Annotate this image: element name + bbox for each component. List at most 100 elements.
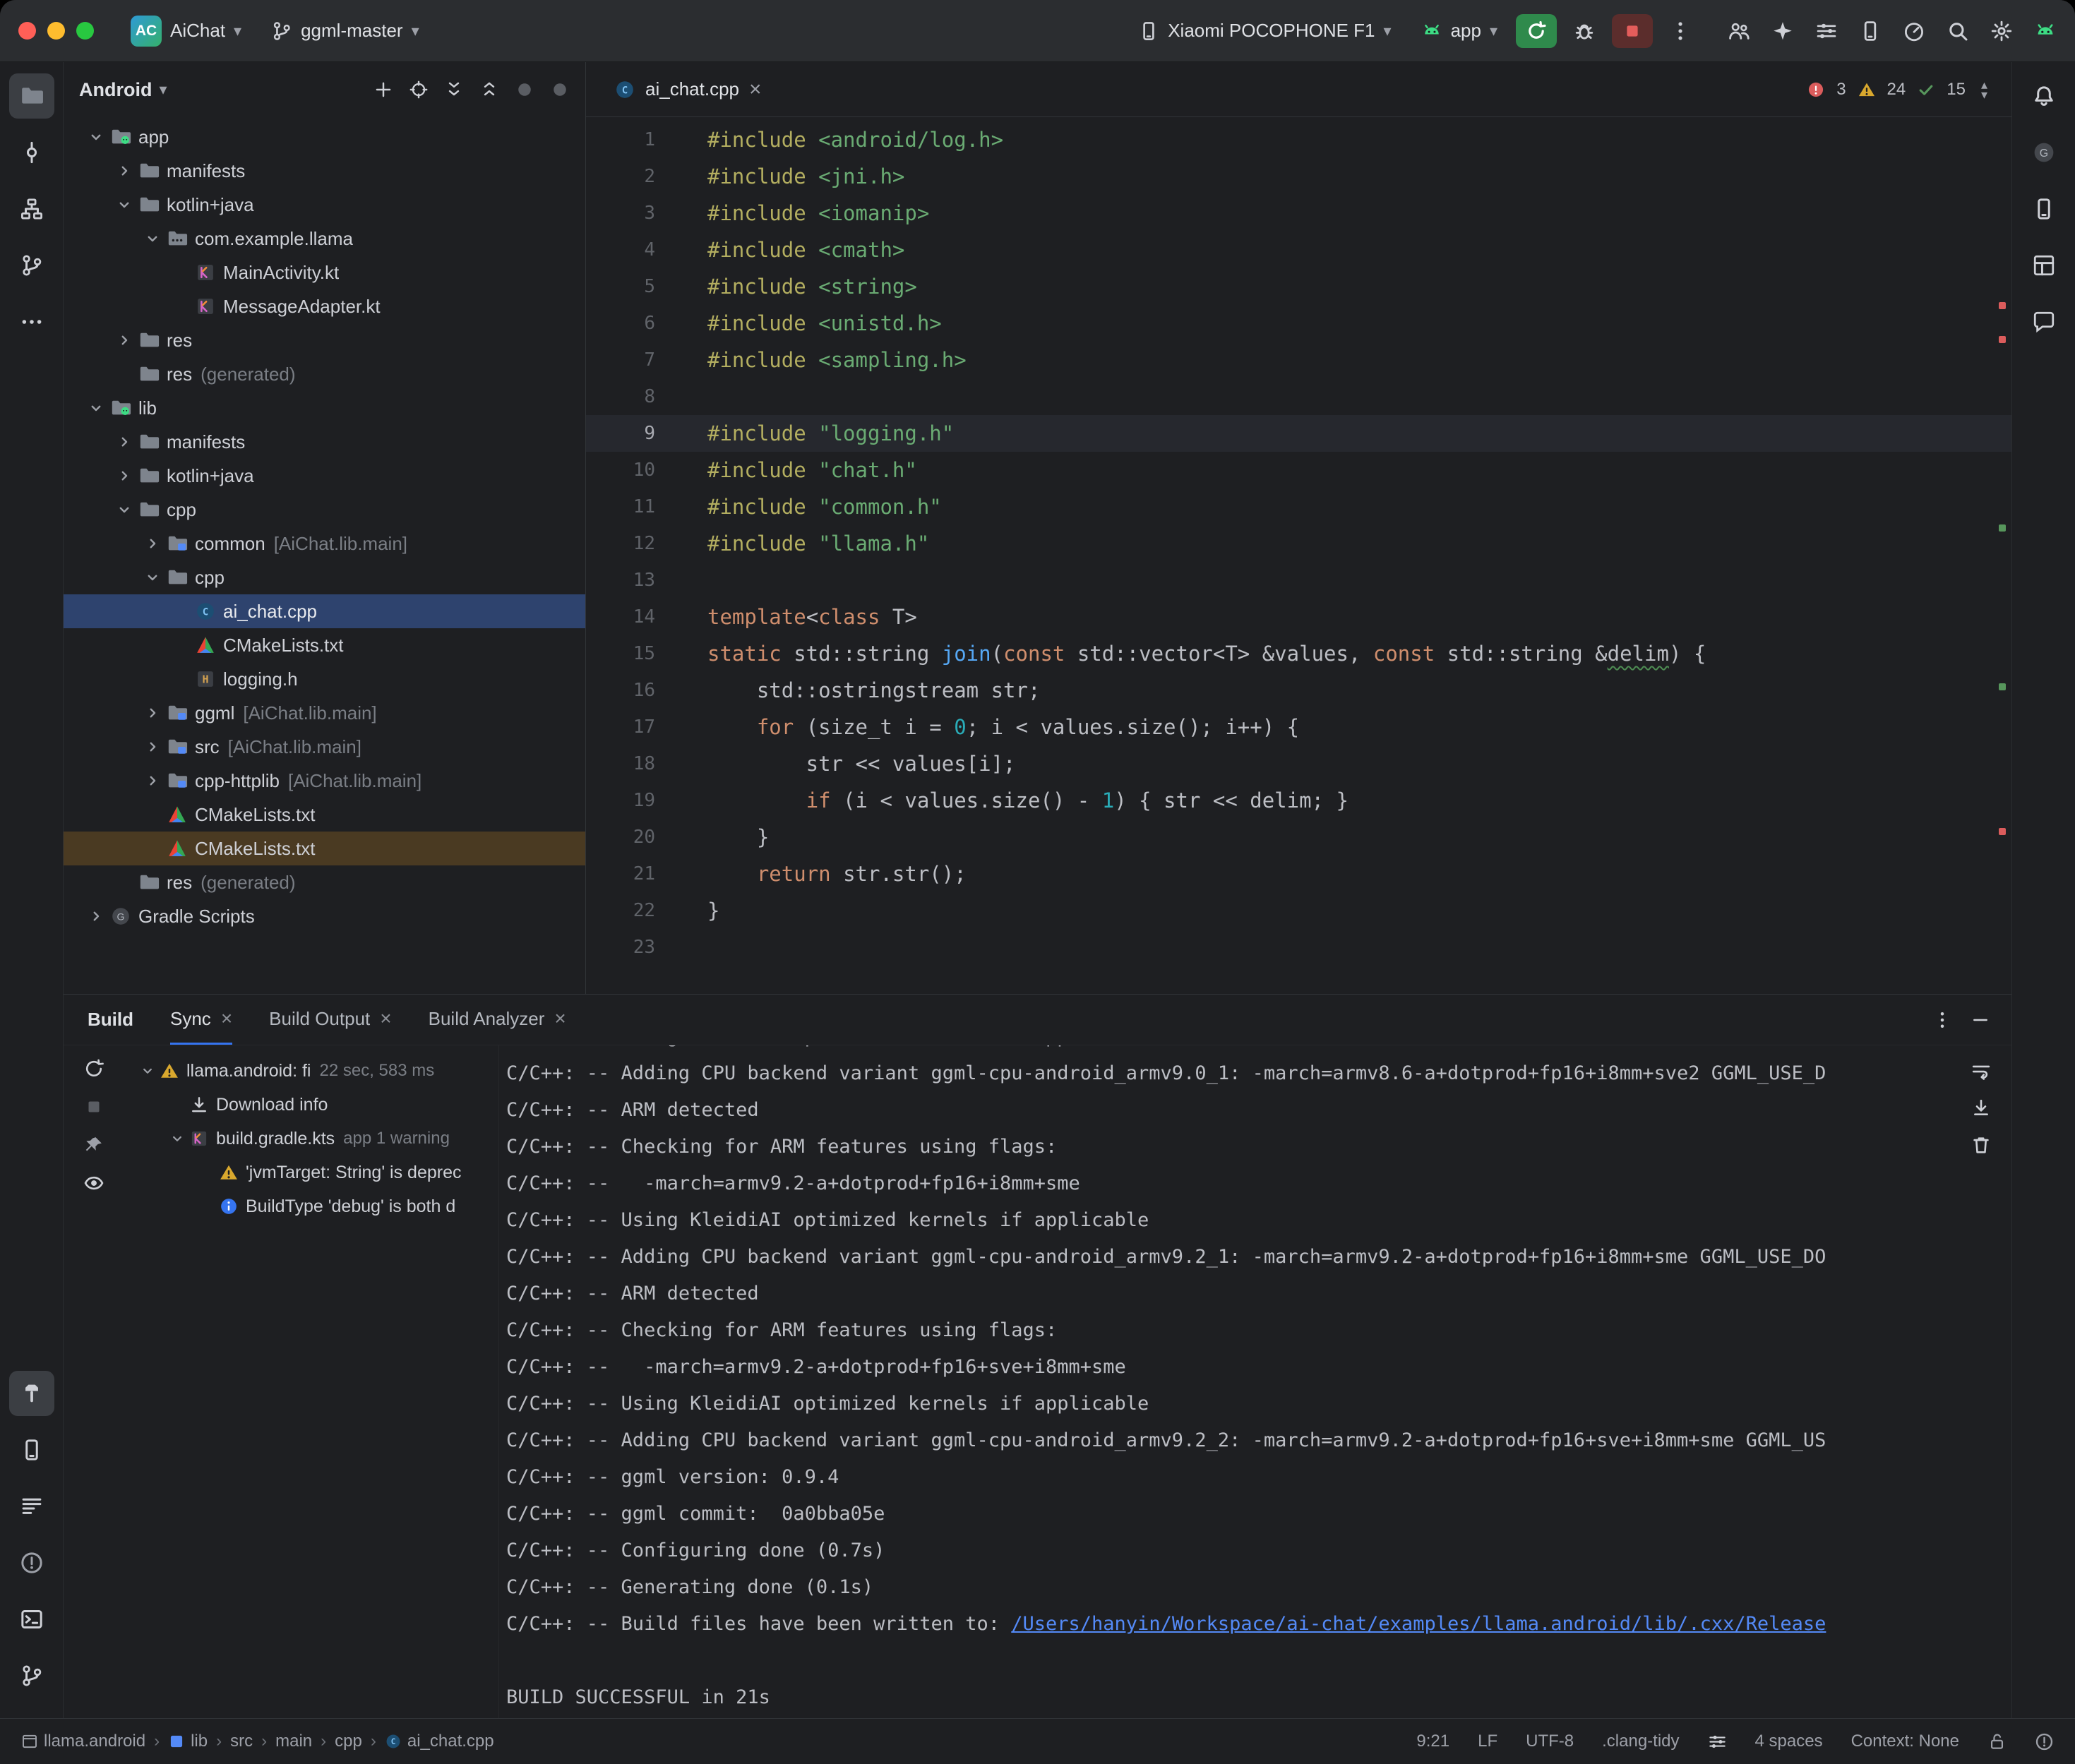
- code-with-me-icon[interactable]: [1728, 20, 1750, 42]
- build-options-icon[interactable]: [1932, 1010, 1952, 1030]
- actions-icon[interactable]: [1815, 20, 1838, 42]
- tree-item-cmakelists-txt[interactable]: CMakeLists.txt: [64, 832, 585, 865]
- gutter-line-number[interactable]: 22: [586, 892, 707, 929]
- chevron-down-icon[interactable]: [82, 400, 110, 416]
- tool-stripe-commit[interactable]: [9, 130, 54, 175]
- tool-stripe-device-explorer[interactable]: [9, 1427, 54, 1472]
- cursor-position[interactable]: 9:21: [1416, 1732, 1449, 1751]
- tool-stripe-running-devices[interactable]: [2021, 243, 2067, 288]
- tree-item-kotlin-java[interactable]: kotlin+java: [64, 459, 585, 493]
- gutter-line-number[interactable]: 10: [586, 452, 707, 488]
- chevron-down-icon[interactable]: [165, 1131, 189, 1146]
- chevron-right-icon[interactable]: [110, 162, 138, 179]
- tree-item-gradle-scripts[interactable]: GGradle Scripts: [64, 899, 585, 933]
- gutter-line-number[interactable]: 11: [586, 488, 707, 525]
- code-editor[interactable]: 1#include <android/log.h>2#include <jni.…: [586, 117, 2011, 994]
- stop-icon[interactable]: [83, 1096, 104, 1117]
- tree-item-lib[interactable]: lib: [64, 391, 585, 425]
- tree-item-res[interactable]: res: [64, 323, 585, 357]
- tree-item-app[interactable]: app: [64, 120, 585, 154]
- gutter-line-number[interactable]: 9: [586, 415, 707, 452]
- editor-area[interactable]: C ai_chat.cpp × 3 24 15 ▴▾ 1#include <an…: [586, 62, 2011, 994]
- chevron-right-icon[interactable]: [138, 738, 167, 755]
- gutter-line-number[interactable]: 18: [586, 745, 707, 782]
- hide-build-window-icon[interactable]: [1971, 1010, 1990, 1030]
- tree-item-mainactivity-kt[interactable]: MainActivity.kt: [64, 256, 585, 289]
- next-problem-icon[interactable]: ▾: [1981, 90, 1987, 100]
- gutter-line-number[interactable]: 6: [586, 305, 707, 342]
- debug-button[interactable]: [1564, 14, 1605, 48]
- pin-icon[interactable]: [83, 1134, 104, 1156]
- tool-stripe-app-quality-insights[interactable]: [2021, 299, 2067, 344]
- gutter-line-number[interactable]: 2: [586, 158, 707, 195]
- soft-wrap-icon[interactable]: [1971, 1061, 1992, 1082]
- tree-item-manifests[interactable]: manifests: [64, 154, 585, 188]
- gutter-line-number[interactable]: 5: [586, 268, 707, 305]
- indent-options-icon[interactable]: [1708, 1732, 1727, 1751]
- tree-item-kotlin-java[interactable]: kotlin+java: [64, 188, 585, 222]
- clear-all-icon[interactable]: [1971, 1134, 1992, 1156]
- gutter-line-number[interactable]: 3: [586, 195, 707, 232]
- preview-icon[interactable]: [83, 1172, 104, 1194]
- chevron-down-icon[interactable]: [110, 196, 138, 213]
- resolve-context[interactable]: Context: None: [1851, 1732, 1959, 1751]
- chevron-right-icon[interactable]: [138, 704, 167, 721]
- breadcrumb-lib[interactable]: lib: [168, 1732, 208, 1751]
- gemini-icon[interactable]: [2034, 20, 2057, 42]
- gutter-line-number[interactable]: 23: [586, 929, 707, 966]
- tool-stripe-notifications[interactable]: [2021, 73, 2067, 119]
- chevron-down-icon[interactable]: [138, 569, 167, 586]
- tree-item-cpp-httplib[interactable]: cpp-httplib[AiChat.lib.main]: [64, 764, 585, 798]
- chevron-right-icon[interactable]: [110, 433, 138, 450]
- tool-stripe-version-control[interactable]: [9, 1653, 54, 1698]
- tree-item-common[interactable]: common[AiChat.lib.main]: [64, 527, 585, 560]
- gutter-line-number[interactable]: 21: [586, 856, 707, 892]
- build-tree-item-llama-android-fi[interactable]: llama.android: fi22 sec, 583 ms: [124, 1054, 498, 1088]
- stripe-mark[interactable]: [1999, 828, 2006, 835]
- editor-tab-ai-chat-cpp[interactable]: C ai_chat.cpp ×: [597, 62, 779, 116]
- add-icon[interactable]: [373, 80, 393, 100]
- build-tab-build-output[interactable]: Build Output×: [269, 995, 391, 1045]
- console-file-link[interactable]: /Users/hanyin/Workspace/ai-chat/examples…: [1011, 1613, 1826, 1635]
- tree-item-src[interactable]: src[AiChat.lib.main]: [64, 730, 585, 764]
- chevron-down-icon[interactable]: [138, 230, 167, 247]
- close-tab-icon[interactable]: ×: [221, 1007, 232, 1030]
- chevron-right-icon[interactable]: [110, 467, 138, 484]
- close-tab-icon[interactable]: ×: [749, 79, 762, 100]
- breadcrumb-src[interactable]: src: [230, 1732, 253, 1751]
- chevron-down-icon[interactable]: [82, 128, 110, 145]
- sync-icon[interactable]: [83, 1058, 104, 1079]
- chevron-right-icon[interactable]: [110, 332, 138, 349]
- gutter-line-number[interactable]: 14: [586, 599, 707, 635]
- tree-item-cmakelists-txt[interactable]: CMakeLists.txt: [64, 628, 585, 662]
- gutter-line-number[interactable]: 12: [586, 525, 707, 562]
- project-selector[interactable]: AC AiChat ▾: [119, 10, 253, 52]
- gutter-line-number[interactable]: 20: [586, 819, 707, 856]
- tree-item-res[interactable]: res(generated): [64, 865, 585, 899]
- chevron-down-icon[interactable]: [110, 501, 138, 518]
- tool-stripe-build[interactable]: [9, 1371, 54, 1416]
- breadcrumb-main[interactable]: main: [275, 1732, 312, 1751]
- gutter-line-number[interactable]: 16: [586, 672, 707, 709]
- ai-assistant-icon[interactable]: [1771, 20, 1794, 42]
- stripe-mark[interactable]: [1999, 683, 2006, 690]
- clang-tidy-widget[interactable]: .clang-tidy: [1602, 1732, 1679, 1751]
- tree-item-logging-h[interactable]: Hlogging.h: [64, 662, 585, 696]
- zoom-window-button[interactable]: [76, 22, 94, 40]
- vcs-branch-selector[interactable]: ggml-master ▾: [260, 14, 431, 47]
- search-everywhere-icon[interactable]: [1947, 20, 1969, 42]
- minimize-window-button[interactable]: [47, 22, 65, 40]
- expand-all-icon[interactable]: [444, 80, 464, 100]
- chevron-right-icon[interactable]: [138, 772, 167, 789]
- breadcrumb-llama-android[interactable]: llama.android: [21, 1732, 145, 1751]
- breadcrumb-cpp[interactable]: cpp: [335, 1732, 362, 1751]
- tree-item-messageadapter-kt[interactable]: MessageAdapter.kt: [64, 289, 585, 323]
- close-tab-icon[interactable]: ×: [380, 1007, 391, 1030]
- gutter-line-number[interactable]: 8: [586, 378, 707, 415]
- build-tab-build-analyzer[interactable]: Build Analyzer×: [429, 995, 566, 1045]
- scroll-to-end-icon[interactable]: [1971, 1098, 1992, 1119]
- device-selector[interactable]: Xiaomi POCOPHONE F1 ▾: [1127, 14, 1402, 47]
- settings-icon[interactable]: [1990, 20, 2013, 42]
- close-tab-icon[interactable]: ×: [554, 1007, 566, 1030]
- build-tree-item-buildtype-debug-is-both-d[interactable]: BuildType 'debug' is both d: [124, 1189, 498, 1223]
